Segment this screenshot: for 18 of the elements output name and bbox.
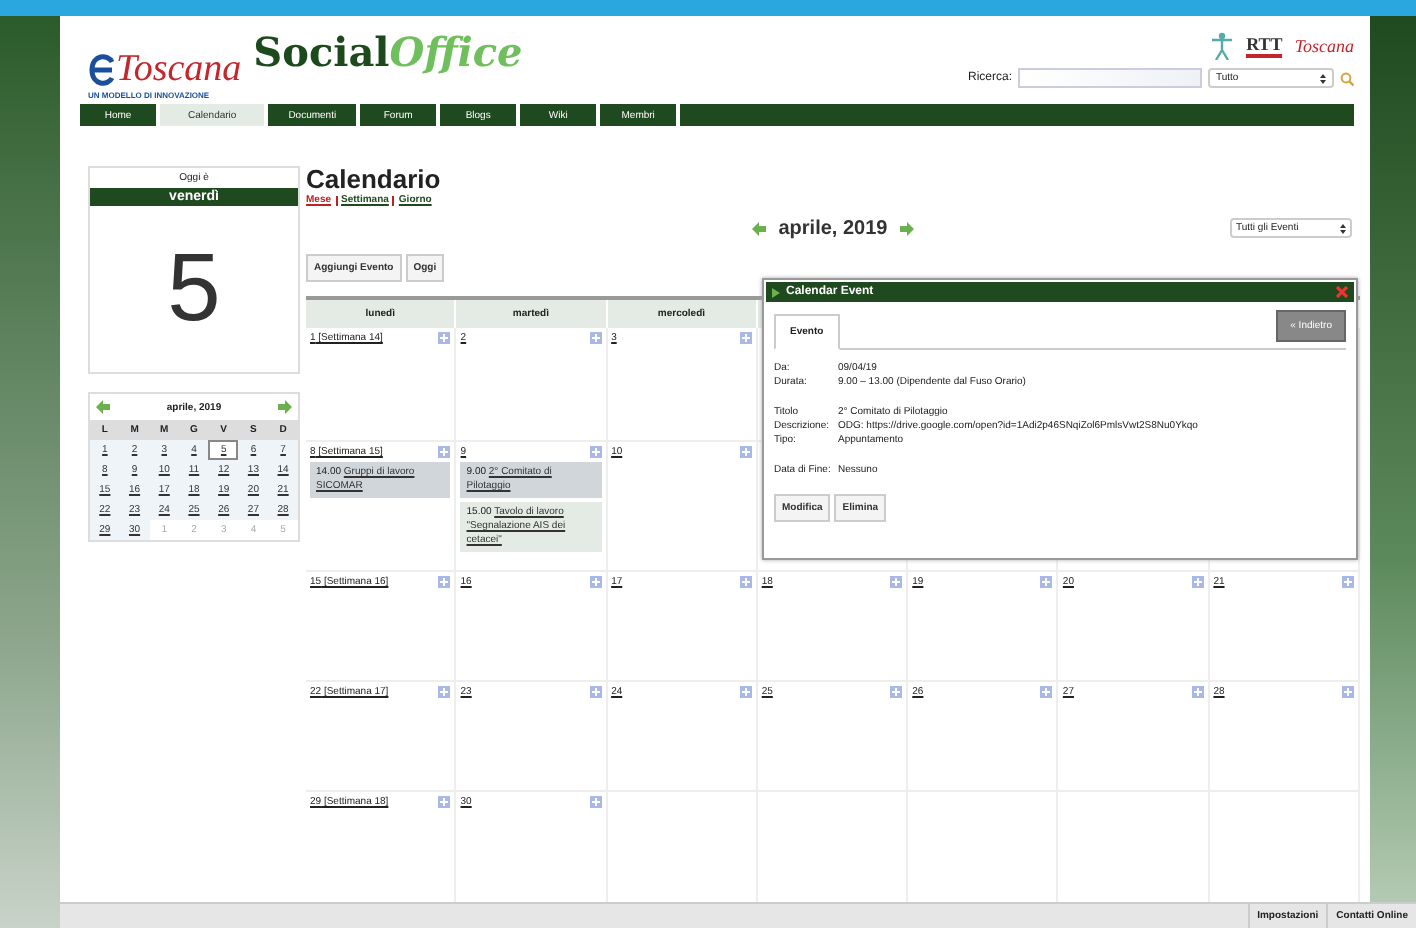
- next-icon[interactable]: [899, 221, 914, 235]
- triangle-icon: [772, 287, 780, 297]
- previous-icon[interactable]: [752, 221, 767, 235]
- day-number: 5: [165, 234, 223, 346]
- dropdown-icon: [1320, 73, 1326, 83]
- partner-logo: RTT: [1246, 34, 1283, 58]
- search-field[interactable]: [1018, 68, 1202, 88]
- app-title: SocialOffice: [253, 28, 523, 80]
- logo-text: Toscana: [88, 50, 242, 90]
- previous-icon[interactable]: [96, 400, 110, 414]
- month-title: aprile, 2019: [778, 217, 888, 239]
- dropdown-icon: [1340, 223, 1346, 233]
- close-icon[interactable]: [1336, 286, 1348, 298]
- partner-logo: Toscana: [1294, 36, 1354, 56]
- human-figure-icon: [1210, 32, 1235, 60]
- e-logo-icon: [88, 52, 116, 88]
- page-title: Calendario: [306, 166, 443, 194]
- next-icon[interactable]: [278, 400, 292, 414]
